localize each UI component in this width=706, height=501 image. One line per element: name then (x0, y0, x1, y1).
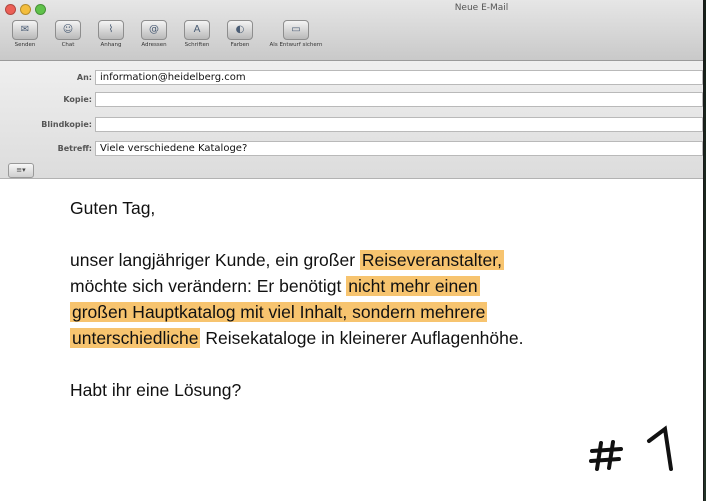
subject-row: Betreff: Viele verschiedene Kataloge? (0, 140, 703, 158)
greeting: Guten Tag, (70, 198, 156, 218)
window-title: Neue E-Mail (454, 3, 509, 13)
fonts-button[interactable]: A Schriften (180, 20, 214, 48)
subject-field[interactable]: Viele verschiedene Kataloge? (95, 141, 703, 156)
cc-field[interactable] (95, 92, 703, 107)
send-icon: ✉ (12, 20, 38, 40)
titlebar: Neue E-Mail ✉ Senden ☺ Chat ⌇ Anhang @ A… (0, 0, 703, 61)
to-label: An: (76, 73, 92, 82)
cc-label: Kopie: (63, 95, 92, 104)
fonts-icon: A (184, 20, 210, 40)
to-field[interactable]: information@heidelberg.com (95, 70, 703, 85)
colors-icon: ◐ (227, 20, 253, 40)
handwritten-number-stamp: #1 (589, 425, 673, 471)
highlight-hauptkatalog: großen Hauptkatalog mit viel Inhalt, son… (70, 302, 488, 322)
cc-row: Kopie: (0, 91, 703, 109)
toolbar: ✉ Senden ☺ Chat ⌇ Anhang @ Adressen A Sc… (8, 20, 326, 48)
mail-compose-window: Neue E-Mail ✉ Senden ☺ Chat ⌇ Anhang @ A… (0, 0, 704, 501)
question: Habt ihr eine Lösung? (70, 380, 242, 400)
bcc-field[interactable] (95, 117, 703, 132)
save-draft-button[interactable]: ▭ Als Entwurf sichern (266, 20, 326, 48)
address-book-icon: @ (141, 20, 167, 40)
highlight-reiseveranstalter: Reiseveranstalter, (359, 250, 504, 270)
colors-button[interactable]: ◐ Farben (223, 20, 257, 48)
draft-icon: ▭ (283, 20, 309, 40)
account-icon: ≡▾ (16, 166, 26, 174)
send-button[interactable]: ✉ Senden (8, 20, 42, 48)
header-fields: An: information@heidelberg.com Kopie: Bl… (0, 61, 703, 179)
highlight-unterschiedliche: unterschiedliche (70, 328, 201, 348)
account-menu-button[interactable]: ≡▾ (8, 163, 34, 178)
highlight-nicht-mehr: nicht mehr einen (346, 276, 480, 296)
subject-label: Betreff: (57, 144, 92, 153)
chat-button[interactable]: ☺ Chat (51, 20, 85, 48)
attach-button[interactable]: ⌇ Anhang (94, 20, 128, 48)
paperclip-icon: ⌇ (98, 20, 124, 40)
paragraph: unser langjähriger Kunde, ein großer Rei… (70, 250, 524, 348)
bcc-label: Blindkopie: (41, 120, 92, 129)
chat-icon: ☺ (55, 20, 81, 40)
to-row: An: information@heidelberg.com (0, 69, 703, 87)
message-body[interactable]: Guten Tag, unser langjähriger Kunde, ein… (70, 195, 693, 403)
address-button[interactable]: @ Adressen (137, 20, 171, 48)
bcc-row: Blindkopie: (0, 116, 703, 134)
